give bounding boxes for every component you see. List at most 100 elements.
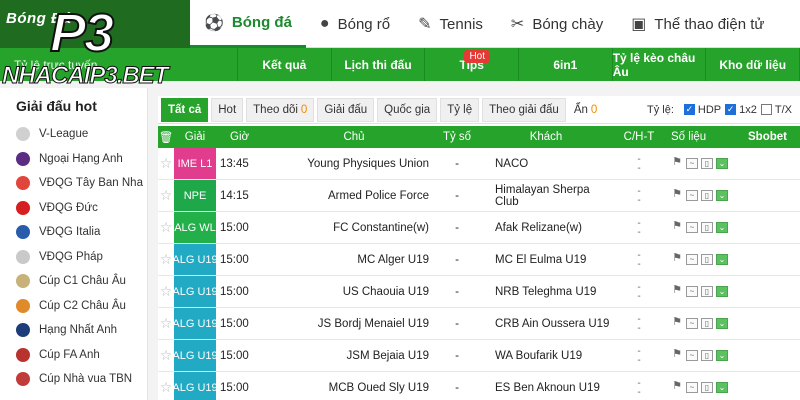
flag-icon[interactable]: ⚑ (671, 253, 683, 265)
field-icon[interactable]: ▯ (701, 158, 713, 169)
sidebar-league-item[interactable]: Cúp Nhà vua TBN (0, 367, 147, 392)
table-row[interactable]: ☆ ALG U19 15:00 JS Bordj Menaiel U19- CRB Ai… (158, 308, 800, 340)
flag-icon[interactable]: ⚑ (671, 221, 683, 233)
expand-icon[interactable]: ⌄ (716, 158, 728, 169)
field-icon[interactable]: ▯ (701, 190, 713, 201)
filter-league[interactable]: Giải đấu (317, 97, 375, 122)
expand-icon[interactable]: ⌄ (716, 350, 728, 361)
table-row[interactable]: ☆ NPE 14:15 Armed Police Force - Himalayan Sh… (158, 180, 800, 212)
home-team[interactable]: Armed Police Force (271, 190, 437, 202)
flag-icon[interactable]: ⚑ (671, 381, 683, 393)
chart-icon[interactable]: ~ (686, 286, 698, 297)
league-badge[interactable]: ALG U19 (172, 340, 218, 371)
field-icon[interactable]: ▯ (701, 222, 713, 233)
tab-bong-da[interactable]: ⚽ Bóng đá (190, 0, 306, 48)
filter-hot[interactable]: Hot (211, 97, 244, 122)
chart-icon[interactable]: ~ (686, 382, 698, 393)
league-badge[interactable]: ALG U19 (172, 372, 218, 400)
chart-icon[interactable]: ~ (686, 158, 698, 169)
home-team[interactable]: MCB Oued Sly U19 (271, 382, 437, 394)
filter-by-league[interactable]: Theo giải đấu (482, 97, 566, 122)
field-icon[interactable]: ▯ (701, 318, 713, 329)
sidebar-league-item[interactable]: Cúp C2 Châu Âu (0, 294, 147, 319)
tab-bong-chay[interactable]: ✂ Bóng chày (497, 0, 617, 48)
league-badge[interactable]: NPE (174, 180, 216, 211)
sidebar-league-item[interactable]: VĐQG Pháp (0, 245, 147, 270)
field-icon[interactable]: ▯ (701, 350, 713, 361)
expand-icon[interactable]: ⌄ (716, 318, 728, 329)
league-badge[interactable]: ALG U19 (172, 276, 218, 307)
expand-icon[interactable]: ⌄ (716, 254, 728, 265)
expand-icon[interactable]: ⌄ (716, 286, 728, 297)
subnav-live-odds[interactable]: Tỷ lệ trực tuyến (0, 48, 238, 81)
home-team[interactable]: MC Alger U19 (271, 254, 437, 266)
tab-esports[interactable]: ▣ Thể thao điện tử (617, 0, 778, 48)
subnav-schedule[interactable]: Lịch thi đấu (332, 48, 426, 81)
flag-icon[interactable]: ⚑ (671, 157, 683, 169)
sidebar-league-item[interactable]: Hạng Nhất Anh (0, 318, 147, 343)
table-row[interactable]: ☆ IME L1 13:45 Young Physiques Union - NACO - -… (158, 148, 800, 180)
away-team[interactable]: NRB Teleghma U19 (477, 286, 615, 298)
1x2-checkbox[interactable]: ✓ (725, 104, 737, 115)
star-icon[interactable]: ☆ (158, 155, 174, 172)
chart-icon[interactable]: ~ (686, 318, 698, 329)
tx-checkbox[interactable] (760, 104, 772, 115)
hdp-checkbox[interactable]: ✓ (683, 104, 695, 115)
sidebar-league-item[interactable]: Cúp C1 Châu Âu (0, 269, 147, 294)
table-row[interactable]: ☆ ALG U19 15:00 MCB Oued Sly U19- ES Ben Akn… (158, 372, 800, 400)
subnav-euro-odds[interactable]: Tỷ lệ kèo châu Âu (613, 48, 707, 81)
away-team[interactable]: WA Boufarik U19 (477, 350, 615, 362)
tab-tennis[interactable]: ✎ Tennis (404, 0, 497, 48)
expand-icon[interactable]: ⌄ (716, 222, 728, 233)
home-team[interactable]: JSM Bejaia U19 (271, 350, 437, 362)
league-badge[interactable]: IME L1 (174, 148, 216, 179)
subnav-tips[interactable]: Tips Hot (425, 48, 520, 81)
star-icon[interactable]: ☆ (158, 187, 174, 204)
expand-icon[interactable]: ⌄ (716, 190, 728, 201)
table-row[interactable]: ☆ ALG U19 15:00 MC Alger U19- MC El Eulma U1… (158, 244, 800, 276)
filter-following[interactable]: Theo dõi 0 (246, 97, 315, 122)
table-row[interactable]: ☆ ALG U19 15:00 US Chaouia U19- NRB Teleghma… (158, 276, 800, 308)
home-team[interactable]: Young Physiques Union (271, 158, 437, 170)
header-bookmaker[interactable]: Sbobet (735, 131, 800, 143)
sidebar-league-item[interactable]: V-League (0, 122, 147, 147)
field-icon[interactable]: ▯ (701, 286, 713, 297)
hidden-toggle[interactable]: Ẩn 0 (574, 104, 597, 116)
league-badge[interactable]: ALG U19 (172, 308, 218, 339)
home-team[interactable]: FC Constantine(w) (271, 222, 437, 234)
away-team[interactable]: CRB Ain Oussera U19 (477, 318, 615, 330)
expand-icon[interactable]: ⌄ (716, 382, 728, 393)
away-team[interactable]: NACO (477, 158, 615, 170)
brand-logo[interactable]: Bóng Đá (0, 0, 190, 48)
league-badge[interactable]: ALG U19 (172, 244, 218, 275)
sidebar-league-item[interactable]: Ngoại Hạng Anh (0, 147, 147, 172)
away-team[interactable]: MC El Eulma U19 (477, 254, 615, 266)
sidebar-league-item[interactable]: VĐQG Tây Ban Nha (0, 171, 147, 196)
subnav-6in1[interactable]: 6in1 (519, 48, 613, 81)
chart-icon[interactable]: ~ (686, 190, 698, 201)
sidebar-league-item[interactable]: VĐQG Italia (0, 220, 147, 245)
star-icon[interactable]: ☆ (158, 219, 174, 236)
away-team[interactable]: ES Ben Aknoun U19 (477, 382, 615, 394)
flag-icon[interactable]: ⚑ (671, 189, 683, 201)
away-team[interactable]: Afak Relizane(w) (477, 222, 615, 234)
subnav-results[interactable]: Kết quả (238, 48, 332, 81)
trash-icon[interactable]: 🗑 (158, 130, 174, 144)
home-team[interactable]: JS Bordj Menaiel U19 (271, 318, 437, 330)
flag-icon[interactable]: ⚑ (671, 349, 683, 361)
chart-icon[interactable]: ~ (686, 222, 698, 233)
table-row[interactable]: ☆ ALG WL 15:00 FC Constantine(w) - Afak Reliz… (158, 212, 800, 244)
filter-country[interactable]: Quốc gia (377, 97, 438, 122)
filter-all[interactable]: Tất cả (161, 97, 209, 122)
field-icon[interactable]: ▯ (701, 382, 713, 393)
tab-bong-ro[interactable]: ● Bóng rổ (306, 0, 404, 48)
table-row[interactable]: ☆ ALG U19 15:00 JSM Bejaia U19- WA Boufarik … (158, 340, 800, 372)
home-team[interactable]: US Chaouia U19 (271, 286, 437, 298)
chart-icon[interactable]: ~ (686, 254, 698, 265)
flag-icon[interactable]: ⚑ (671, 285, 683, 297)
flag-icon[interactable]: ⚑ (671, 317, 683, 329)
chart-icon[interactable]: ~ (686, 350, 698, 361)
away-team[interactable]: Himalayan Sherpa Club (477, 184, 615, 208)
league-badge[interactable]: ALG WL (174, 212, 216, 243)
field-icon[interactable]: ▯ (701, 254, 713, 265)
